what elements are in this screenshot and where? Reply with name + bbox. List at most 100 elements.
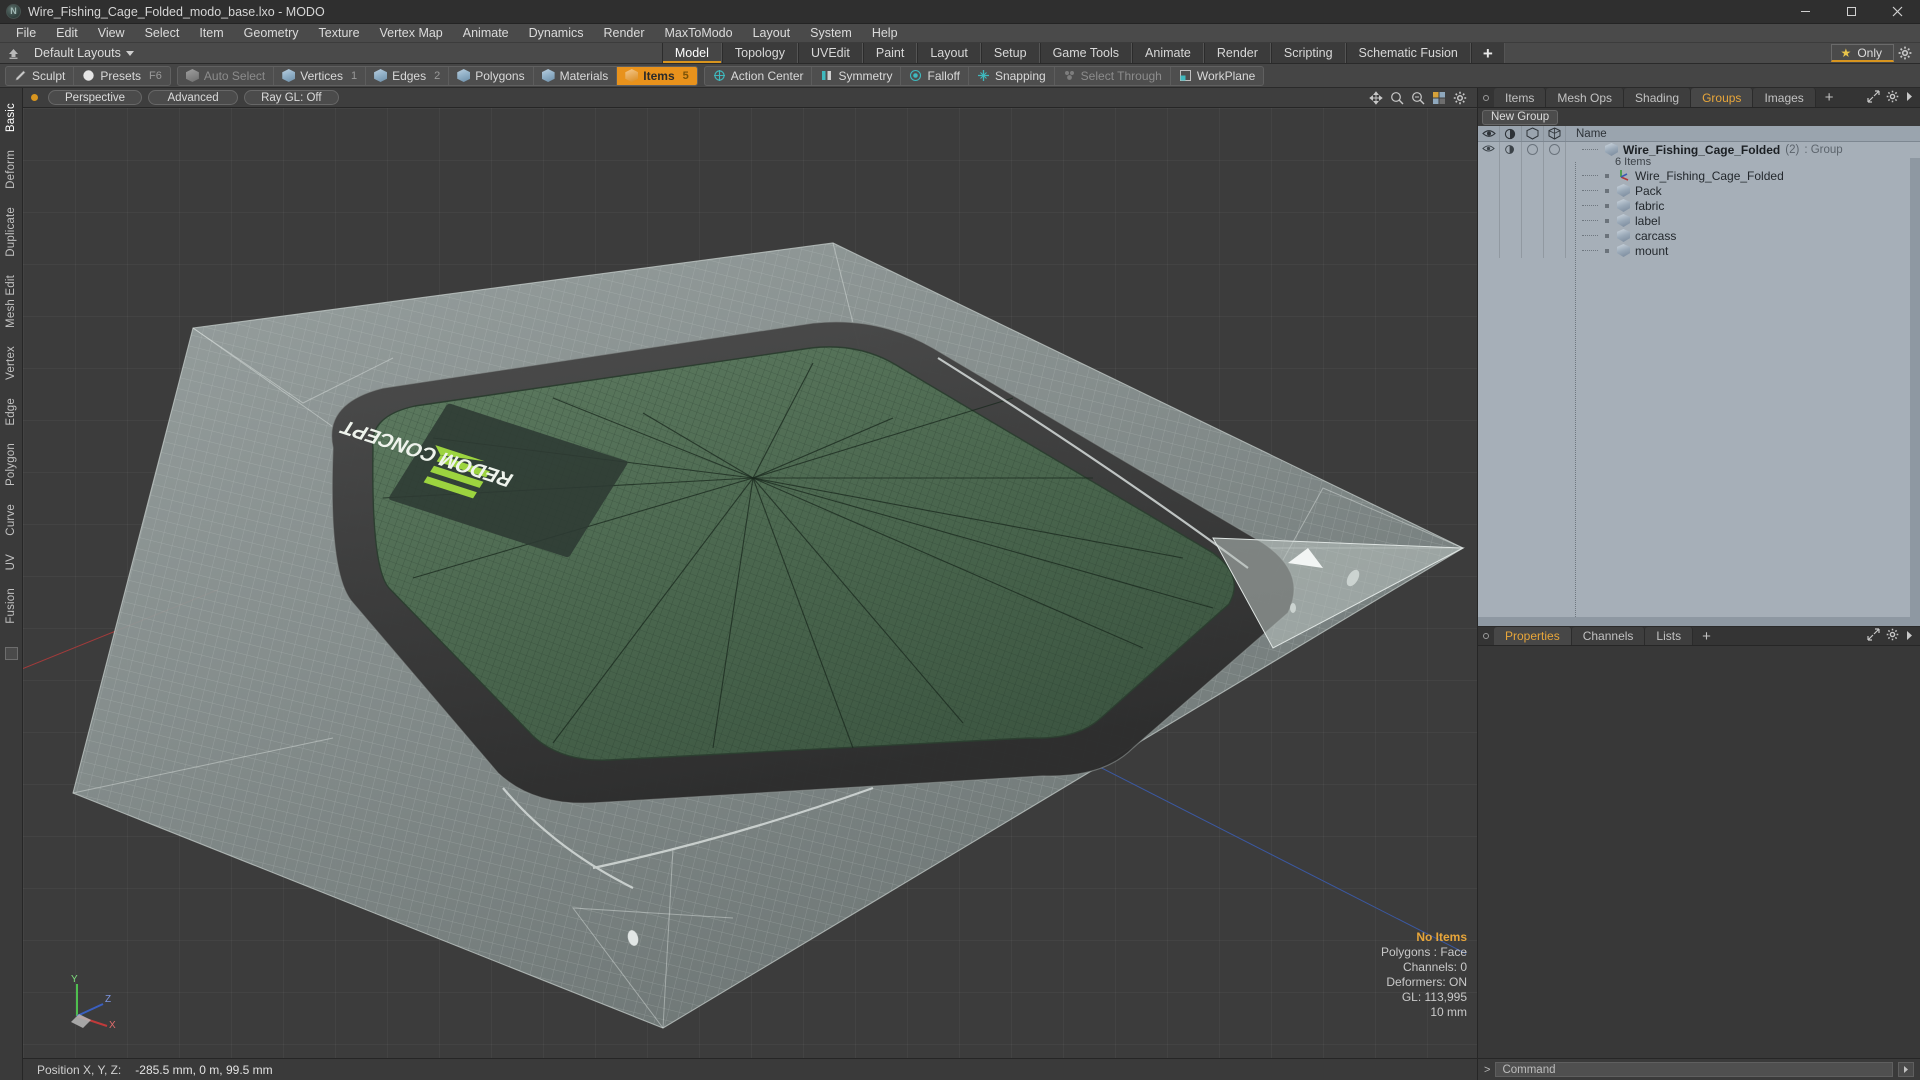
tree-row-item[interactable]: mount bbox=[1478, 243, 1920, 258]
gear-icon[interactable] bbox=[1896, 44, 1914, 62]
auto-select-button[interactable]: Auto Select bbox=[178, 66, 275, 85]
zoom-icon[interactable] bbox=[1390, 91, 1404, 105]
tab-shading[interactable]: Shading bbox=[1624, 88, 1692, 107]
tab-items[interactable]: Items bbox=[1494, 88, 1547, 107]
gear-icon[interactable] bbox=[1453, 91, 1467, 105]
expand-icon[interactable] bbox=[1867, 89, 1880, 106]
edges-button[interactable]: Edges 2 bbox=[366, 66, 450, 85]
menu-texture[interactable]: Texture bbox=[309, 24, 370, 43]
menu-animate[interactable]: Animate bbox=[453, 24, 519, 43]
add-tab-button[interactable]: + bbox=[1470, 43, 1505, 63]
search-icon[interactable] bbox=[1411, 91, 1425, 105]
tab-setup[interactable]: Setup bbox=[980, 43, 1040, 63]
tree-row-item[interactable]: label bbox=[1478, 213, 1920, 228]
menu-select[interactable]: Select bbox=[135, 24, 190, 43]
row-eye-toggle[interactable] bbox=[1478, 142, 1500, 168]
menu-edit[interactable]: Edit bbox=[46, 24, 88, 43]
tab-mesh-ops[interactable]: Mesh Ops bbox=[1546, 88, 1625, 107]
maximize-icon[interactable] bbox=[1828, 0, 1874, 24]
tree-horizontal-scrollbar[interactable] bbox=[1478, 617, 1920, 626]
left-strip-toggle[interactable] bbox=[4, 646, 18, 660]
shade-icon[interactable] bbox=[1544, 126, 1566, 141]
tree-row-group[interactable]: Wire_Fishing_Cage_Folded (2) : Group 6 I… bbox=[1478, 142, 1920, 168]
expand-icon[interactable] bbox=[1867, 628, 1880, 644]
presets-button[interactable]: Presets F6 bbox=[74, 67, 170, 85]
raygl-toggle[interactable]: Ray GL: Off bbox=[244, 90, 339, 105]
workplane-button[interactable]: WorkPlane bbox=[1171, 67, 1263, 85]
tab-layout[interactable]: Layout bbox=[917, 43, 981, 63]
command-run-button[interactable] bbox=[1898, 1062, 1914, 1077]
tree-row-item[interactable]: fabric bbox=[1478, 198, 1920, 213]
chevron-right-icon[interactable] bbox=[1905, 90, 1914, 105]
items-button[interactable]: Items 5 bbox=[617, 66, 697, 85]
tab-uvedit[interactable]: UVEdit bbox=[797, 43, 863, 63]
menu-item[interactable]: Item bbox=[189, 24, 233, 43]
vtab-fusion[interactable]: Fusion bbox=[5, 579, 17, 633]
tree-row-item[interactable]: Wire_Fishing_Cage_Folded bbox=[1478, 168, 1920, 183]
new-group-button[interactable]: New Group bbox=[1482, 109, 1559, 125]
tab-scripting[interactable]: Scripting bbox=[1270, 43, 1346, 63]
menu-view[interactable]: View bbox=[88, 24, 135, 43]
falloff-button[interactable]: Falloff bbox=[901, 66, 969, 85]
vtab-vertex[interactable]: Vertex bbox=[5, 337, 17, 389]
menu-render[interactable]: Render bbox=[594, 24, 655, 43]
layout-selector[interactable]: Default Layouts bbox=[26, 43, 142, 63]
polygons-button[interactable]: Polygons bbox=[449, 66, 534, 85]
tab-groups[interactable]: Groups bbox=[1691, 88, 1754, 107]
vtab-mesh-edit[interactable]: Mesh Edit bbox=[5, 266, 17, 337]
vtab-deform[interactable]: Deform bbox=[5, 141, 17, 198]
vtab-edge[interactable]: Edge bbox=[5, 389, 17, 435]
action-center-button[interactable]: Action Center bbox=[705, 66, 813, 85]
menu-maxtomodo[interactable]: MaxToModo bbox=[655, 24, 743, 43]
tab-images[interactable]: Images bbox=[1753, 88, 1816, 107]
command-input[interactable]: Command bbox=[1495, 1062, 1893, 1077]
tab-topology[interactable]: Topology bbox=[721, 43, 798, 63]
tab-schematic-fusion[interactable]: Schematic Fusion bbox=[1345, 43, 1471, 63]
tab-paint[interactable]: Paint bbox=[862, 43, 918, 63]
vtab-curve[interactable]: Curve bbox=[5, 495, 17, 545]
chevron-right-icon[interactable] bbox=[1905, 629, 1914, 644]
menu-help[interactable]: Help bbox=[862, 24, 908, 43]
shading-dropdown[interactable]: Advanced bbox=[148, 90, 239, 105]
sculpt-button[interactable]: Sculpt bbox=[6, 66, 75, 85]
vtab-basic[interactable]: Basic bbox=[5, 94, 17, 141]
move-icon[interactable] bbox=[1369, 90, 1383, 105]
materials-button[interactable]: Materials bbox=[534, 66, 618, 85]
snapping-button[interactable]: Snapping bbox=[969, 66, 1055, 85]
tree-row-item[interactable]: carcass bbox=[1478, 228, 1920, 243]
row-render-toggle[interactable] bbox=[1500, 142, 1522, 168]
tab-animate[interactable]: Animate bbox=[1132, 43, 1204, 63]
menu-system[interactable]: System bbox=[800, 24, 862, 43]
row-wire-toggle[interactable] bbox=[1522, 142, 1544, 168]
groups-tree[interactable]: Name Wire_Fishing_Cage_Folded (2): Grou… bbox=[1478, 126, 1920, 626]
add-properties-tab-button[interactable]: + bbox=[1693, 627, 1720, 645]
view-options-icon[interactable] bbox=[1432, 91, 1446, 105]
tab-model[interactable]: Model bbox=[661, 43, 722, 63]
tab-render[interactable]: Render bbox=[1203, 43, 1271, 63]
wireframe-icon[interactable] bbox=[1522, 126, 1544, 141]
tab-game-tools[interactable]: Game Tools bbox=[1039, 43, 1133, 63]
row-shade-toggle[interactable] bbox=[1544, 142, 1566, 168]
vtab-polygon[interactable]: Polygon bbox=[5, 434, 17, 495]
tab-channels[interactable]: Channels bbox=[1571, 627, 1646, 645]
home-icon[interactable] bbox=[0, 43, 26, 63]
view-mode-dropdown[interactable]: Perspective bbox=[48, 90, 143, 105]
menu-file[interactable]: File bbox=[6, 24, 46, 43]
tree-row-item[interactable]: Pack bbox=[1478, 183, 1920, 198]
gear-icon[interactable] bbox=[1886, 90, 1899, 106]
eye-icon[interactable] bbox=[1478, 126, 1500, 141]
gear-icon[interactable] bbox=[1886, 628, 1899, 644]
menu-layout[interactable]: Layout bbox=[743, 24, 801, 43]
only-button[interactable]: ★ Only bbox=[1830, 44, 1894, 62]
menu-geometry[interactable]: Geometry bbox=[234, 24, 309, 43]
3d-viewport[interactable]: REDOM CONCEPT No Items Polygons : Face C… bbox=[23, 108, 1477, 1058]
tree-vertical-scrollbar[interactable] bbox=[1910, 158, 1920, 617]
vtab-duplicate[interactable]: Duplicate bbox=[5, 198, 17, 266]
symmetry-button[interactable]: Symmetry bbox=[812, 66, 902, 85]
tree-expander[interactable] bbox=[1582, 149, 1598, 150]
tab-properties[interactable]: Properties bbox=[1494, 627, 1572, 645]
tab-lists[interactable]: Lists bbox=[1645, 627, 1694, 645]
menu-dynamics[interactable]: Dynamics bbox=[519, 24, 594, 43]
vtab-uv[interactable]: UV bbox=[5, 545, 17, 579]
select-through-button[interactable]: Select Through bbox=[1055, 66, 1171, 85]
